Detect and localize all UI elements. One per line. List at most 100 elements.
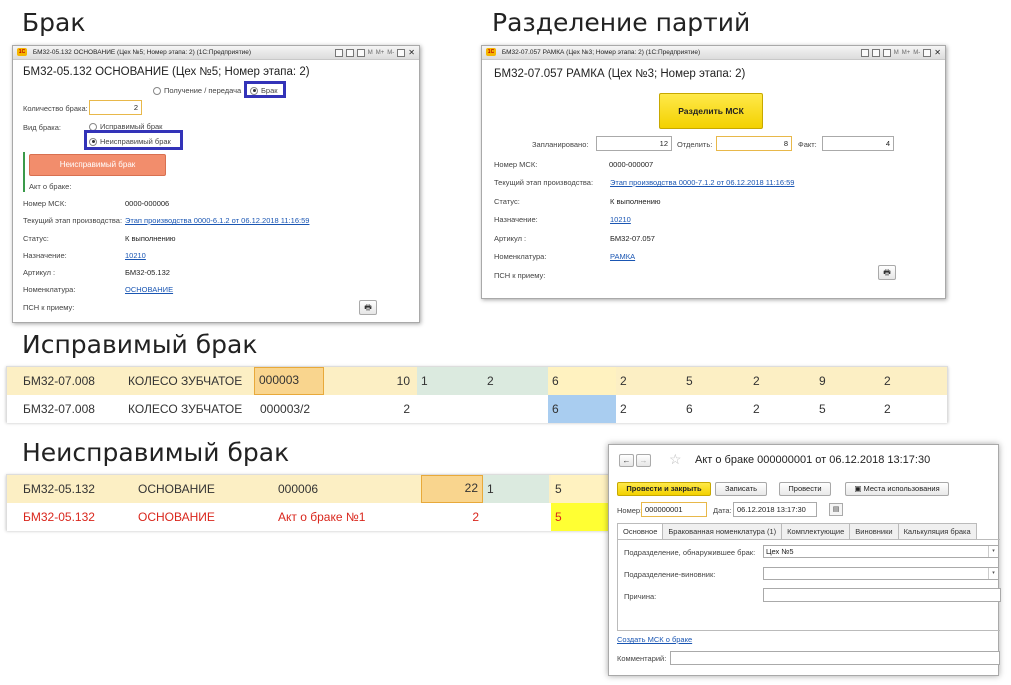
cell-stage7: 5 bbox=[819, 402, 826, 416]
calendar-icon[interactable] bbox=[356, 49, 365, 57]
usage-places-button[interactable]: ▣ Места использования bbox=[845, 482, 949, 496]
table-row[interactable]: БМ32-07.008 КОЛЕСО ЗУБЧАТОЕ 000003 10 1 … bbox=[7, 367, 947, 395]
fact-input[interactable]: 4 bbox=[822, 136, 894, 151]
tab-main[interactable]: Основное bbox=[617, 523, 664, 539]
stage-link[interactable]: Этап производства 0000-6.1.2 от 06.12.20… bbox=[125, 216, 309, 225]
act-window: ← → ☆ Акт о браке 000000001 от 06.12.201… bbox=[608, 444, 1001, 676]
article-value: БМ32-05.132 bbox=[125, 268, 170, 277]
tab-calculation[interactable]: Калькуляция брака bbox=[897, 523, 977, 539]
cell-qty: 2 bbox=[472, 510, 479, 524]
print-button[interactable]: 🖶 bbox=[359, 300, 377, 315]
fixable-grid: БМ32-07.008 КОЛЕСО ЗУБЧАТОЕ 000003 10 1 … bbox=[6, 366, 948, 423]
number-input[interactable]: 000000001 bbox=[641, 502, 707, 517]
msk-value: 0000-000007 bbox=[609, 160, 654, 169]
cell-stage1 bbox=[483, 503, 549, 531]
radio-dot-icon bbox=[153, 86, 161, 95]
tab-components[interactable]: Комплектующие bbox=[781, 523, 851, 539]
tab-culprits[interactable]: Виновники bbox=[849, 523, 899, 539]
cell-stage8: 2 bbox=[884, 374, 891, 388]
cell-stage1: 1 bbox=[417, 367, 483, 395]
nomen-link[interactable]: ОСНОВАНИЕ bbox=[125, 285, 173, 294]
tab-defective-nomenclature[interactable]: Бракованная номенклатура (1) bbox=[662, 523, 783, 539]
table-icon[interactable] bbox=[345, 49, 354, 57]
cell-msk: 000006 bbox=[278, 482, 319, 496]
cell-stage4: 2 bbox=[620, 402, 627, 416]
cell-qty: 2 bbox=[403, 402, 410, 416]
cell-stage1: 1 bbox=[483, 475, 549, 503]
split-msk-button[interactable]: Разделить МСК bbox=[659, 93, 763, 129]
memory-m-icon[interactable]: M bbox=[894, 46, 899, 59]
post-and-close-button[interactable]: Провести и закрыть bbox=[617, 482, 711, 496]
stage-link[interactable]: Этап производства 0000-7.1.2 от 06.12.20… bbox=[610, 178, 794, 187]
arrow-left-icon: ← bbox=[622, 456, 631, 465]
date-input[interactable]: 06.12.2018 13:17:30 bbox=[733, 502, 817, 517]
reason-input[interactable] bbox=[763, 588, 1001, 602]
cell-qty: 22 bbox=[421, 475, 483, 503]
memory-mminus-icon[interactable]: M- bbox=[387, 46, 394, 59]
table-icon[interactable] bbox=[871, 49, 880, 57]
window-title: БМ32-05.132 ОСНОВАНИЕ (Цех №5; Номер эта… bbox=[32, 49, 252, 56]
printer-icon: 🖶 bbox=[364, 303, 372, 312]
document-icon[interactable] bbox=[860, 49, 869, 57]
dropdown-arrow-icon[interactable]: ▾ bbox=[988, 568, 998, 579]
memory-mplus-icon[interactable]: M+ bbox=[902, 46, 911, 59]
form-title: БМ32-05.132 ОСНОВАНИЕ (Цех №5; Номер эта… bbox=[23, 66, 310, 78]
cell-stage2: 2 bbox=[483, 367, 548, 395]
table-row[interactable]: БМ32-05.132 ОСНОВАНИЕ 000006 22 1 5 bbox=[7, 475, 609, 503]
cell-article: БМ32-05.132 bbox=[23, 510, 95, 524]
act-title: Акт о браке 000000001 от 06.12.2018 13:1… bbox=[695, 454, 931, 466]
cell-stage2: 5 bbox=[551, 503, 609, 531]
calendar-icon[interactable] bbox=[882, 49, 891, 57]
cell-stage3: 6 bbox=[548, 367, 616, 395]
status-label: Статус: bbox=[23, 234, 49, 243]
memory-m-icon[interactable]: M bbox=[368, 46, 373, 59]
nav-back-button[interactable]: ← bbox=[619, 454, 634, 467]
favorite-star-icon[interactable]: ☆ bbox=[669, 451, 682, 468]
qty-input[interactable]: 2 bbox=[89, 100, 142, 115]
kind-label: Вид брака: bbox=[23, 123, 61, 132]
date-label: Дата: bbox=[713, 506, 732, 515]
highlight-frame bbox=[244, 81, 286, 98]
close-icon[interactable]: ✕ bbox=[934, 46, 941, 59]
calendar-button[interactable]: ▤ bbox=[829, 503, 843, 516]
comment-input[interactable] bbox=[670, 651, 1000, 665]
calendar-icon: ▤ bbox=[832, 506, 840, 513]
window-titlebar: 1С БМ32-05.132 ОСНОВАНИЕ (Цех №5; Номер … bbox=[13, 46, 419, 60]
radio-receive-transfer[interactable]: Получение / передача bbox=[153, 86, 241, 95]
maximize-icon[interactable] bbox=[397, 49, 406, 57]
dropdown-arrow-icon[interactable]: ▾ bbox=[988, 546, 998, 557]
save-button[interactable]: Записать bbox=[715, 482, 767, 496]
table-row[interactable]: БМ32-05.132 ОСНОВАНИЕ Акт о браке №1 2 5 bbox=[7, 503, 609, 531]
cell-nomen: ОСНОВАНИЕ bbox=[138, 482, 215, 496]
maximize-icon[interactable] bbox=[923, 49, 932, 57]
comment-label: Комментарий: bbox=[617, 654, 667, 663]
culprit-division-select[interactable]: ▾ bbox=[763, 567, 999, 580]
memory-mminus-icon[interactable]: M- bbox=[913, 46, 920, 59]
status-value: К выполнению bbox=[125, 234, 176, 243]
cell-msk: 000003 bbox=[254, 367, 324, 395]
planned-input[interactable]: 12 bbox=[596, 136, 672, 151]
close-icon[interactable]: ✕ bbox=[408, 46, 415, 59]
document-icon[interactable] bbox=[334, 49, 343, 57]
print-button[interactable]: 🖶 bbox=[878, 265, 896, 280]
separate-label: Отделить: bbox=[677, 140, 713, 149]
reason-label: Причина: bbox=[624, 592, 657, 601]
msk-value: 0000-000006 bbox=[125, 199, 170, 208]
act-label: Акт о браке: bbox=[29, 182, 72, 191]
memory-mplus-icon[interactable]: M+ bbox=[376, 46, 385, 59]
table-row[interactable]: БМ32-07.008 КОЛЕСО ЗУБЧАТОЕ 000003/2 2 6… bbox=[7, 395, 947, 423]
found-division-select[interactable]: Цех №5 ▾ bbox=[763, 545, 999, 558]
post-button[interactable]: Провести bbox=[779, 482, 831, 496]
section-title-split: Разделение партий bbox=[492, 8, 751, 37]
create-msk-link[interactable]: Создать МСК о браке bbox=[617, 635, 692, 644]
separate-input[interactable]: 8 bbox=[716, 136, 792, 151]
dest-link[interactable]: 10210 bbox=[125, 251, 146, 260]
dest-link[interactable]: 10210 bbox=[610, 215, 631, 224]
radio-label: Получение / передача bbox=[164, 86, 242, 95]
nomen-link[interactable]: РАМКА bbox=[610, 252, 635, 261]
nav-forward-button[interactable]: → bbox=[636, 454, 651, 467]
cell-stage5: 6 bbox=[686, 402, 693, 416]
window-controls: M M+ M- ✕ bbox=[860, 46, 941, 59]
cell-msk: 000003/2 bbox=[260, 402, 311, 416]
unfixable-button[interactable]: Неисправимый брак bbox=[29, 154, 166, 176]
